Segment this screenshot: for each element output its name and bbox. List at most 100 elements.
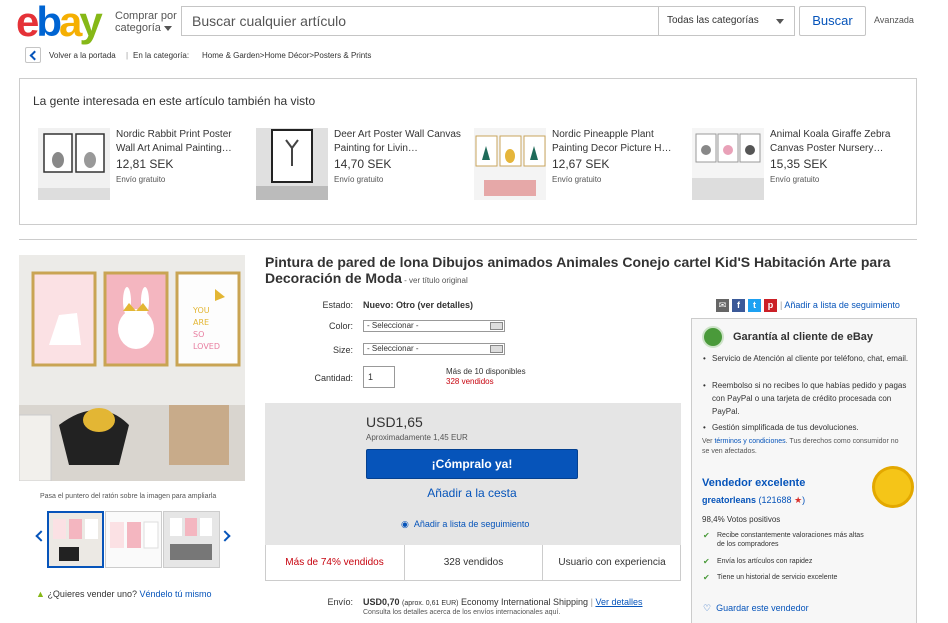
poster-text: YOU [192,306,210,315]
divider [19,239,917,240]
also-viewed-item-price: 12,81 SEK [116,157,174,171]
dropdown-icon [490,345,503,353]
search-button[interactable]: Buscar [799,6,866,36]
top-rated-medal-icon [872,466,914,508]
experienced-seller: Usuario con experiencia [558,557,666,568]
seller-info: greatorleans (121688 ★) [702,495,806,505]
shipping-details-link[interactable]: Ver detalles [595,597,642,607]
product-title: Pintura de pared de lona Dibujos animado… [265,254,895,289]
shipping-value: USD0,70 (aprox. 0,61 EUR) Economy Intern… [363,597,642,607]
eye-icon: ◉ [401,519,409,529]
product-main-image[interactable]: YOU ARE SO LOVED [19,255,245,481]
item-thumbnail[interactable] [474,128,546,200]
sell-question: ¿Quieres vender uno? [47,589,137,599]
sell-one-prompt: ▲ ¿Quieres vender uno? Véndelo tú mismo [36,589,212,599]
view-original-title-link[interactable]: ver título original [409,276,468,285]
seller-feedback-link[interactable]: 121688 [762,495,792,505]
terms-prefix: Ver [702,438,713,445]
chevron-left-icon[interactable] [33,529,45,545]
dropdown-icon [490,322,503,330]
price: USD1,65 [366,414,423,430]
item-thumbnail[interactable] [256,128,328,200]
shipping-cost-approx: (aprox. 0,61 EUR) [402,600,459,607]
breadcrumb-path[interactable]: Home & Garden>Home Décor>Posters & Print… [202,51,371,60]
quantity-label: Cantidad: [314,373,353,383]
color-select-value: - Seleccionar - [367,321,419,330]
breadcrumb-divider: | [126,51,129,60]
image-thumbnail[interactable] [47,511,104,568]
color-select[interactable]: - Seleccionar - [363,320,505,332]
item-thumbnail[interactable] [38,128,110,200]
also-viewed-title: La gente interesada en este artículo tam… [33,94,316,108]
add-to-watchlist-link[interactable]: Añadir a lista de seguimiento [784,300,900,310]
add-to-cart-button[interactable]: Añadir a la cesta [366,486,578,500]
sold-count[interactable]: 328 vendidos [446,377,494,386]
poster-text: LOVED [193,342,220,351]
shop-by-category-line2: categoría [115,22,161,34]
also-viewed-item-title[interactable]: Deer Art Poster Wall Canvas Painting for… [334,128,469,156]
shield-icon [702,326,724,348]
image-thumbnail[interactable] [163,511,220,568]
category-select[interactable]: Todas las categorías [658,6,795,36]
also-viewed-item-title[interactable]: Nordic Rabbit Print Poster Wall Art Anim… [116,128,251,156]
also-viewed-item-price: 14,70 SEK [334,157,392,171]
ebay-logo[interactable]: ebay [16,1,103,43]
heart-icon: ♡ [703,603,712,613]
back-arrow-icon[interactable] [25,47,41,63]
also-viewed-item-title[interactable]: Animal Koala Giraffe Zebra Canvas Poster… [770,128,905,156]
item-thumbnail[interactable] [692,128,764,200]
quantity-input[interactable]: 1 [363,366,395,388]
pinterest-icon[interactable]: p [764,299,777,312]
sell-yourself-link[interactable]: Véndelo tú mismo [140,589,212,599]
also-viewed-item-shipping: Envío gratuito [116,175,166,184]
guarantee-item: Servicio de Atención al cliente por telé… [703,352,910,365]
condition-label: Estado: [322,300,353,310]
color-label: Color: [328,321,353,331]
size-select[interactable]: - Seleccionar - [363,343,505,355]
price-approx: Aproximadamente 1,45 EUR [366,433,468,442]
seller-check-item: Tiene un historial de servicio excelente [703,573,873,582]
watchlist-button[interactable]: ◉ Añadir a lista de seguimiento [401,519,529,530]
poster-text: ARE [193,318,209,327]
chevron-down-icon [163,25,172,31]
divider: | [590,597,593,607]
divider: | [780,299,783,310]
breadcrumb-category-label: En la categoría: [133,51,190,60]
shipping-method: Economy International Shipping [460,597,589,607]
shipping-cost: USD0,70 [363,597,400,607]
seller-name-link[interactable]: greatorleans [702,495,756,505]
chevron-down-icon [776,19,784,24]
back-to-home-link[interactable]: Volver a la portada [49,51,116,60]
sold-total: 328 vendidos [443,557,504,568]
search-input[interactable]: Buscar cualquier artículo [181,6,660,36]
poster-text: SO [193,330,204,339]
size-select-value: - Seleccionar - [367,344,419,353]
guarantee-terms: Ver términos y condiciones. Tus derechos… [702,437,902,457]
image-hover-hint: Pasa el puntero del ratón sobre la image… [40,493,217,500]
also-viewed-item-shipping: Envío gratuito [334,175,384,184]
category-select-value: Todas las categorías [667,15,759,26]
product-title-text: Pintura de pared de lona Dibujos animado… [265,254,891,286]
also-viewed-item-shipping: Envío gratuito [770,175,820,184]
twitter-icon[interactable]: t [748,299,761,312]
percent-sold: Más de 74% vendidos [285,557,384,568]
terms-link[interactable]: términos y condiciones [714,438,785,445]
shop-by-category-button[interactable]: Comprar por categoría [115,10,177,34]
buy-now-button[interactable]: ¡Cómpralo ya! [366,449,578,479]
star-icon: ★ [794,495,803,505]
save-seller-button[interactable]: ♡ Guardar este vendedor [703,603,809,614]
advanced-search-link[interactable]: Avanzada [874,15,914,25]
facebook-icon[interactable]: f [732,299,745,312]
seller-check-item: Recibe constantemente valoraciones más a… [703,531,873,549]
condition-value[interactable]: Nuevo: Otro (ver detalles) [363,300,473,310]
image-thumbnail[interactable] [105,511,162,568]
chevron-right-icon[interactable] [219,529,231,545]
title-separator: - [401,276,410,285]
guarantee-item: Reembolso si no recibes lo que habías pe… [703,379,910,418]
save-seller-label: Guardar este vendedor [716,603,809,613]
watchlist-label: Añadir a lista de seguimiento [413,519,530,529]
share-bar: ✉ f t p | Añadir a lista de seguimiento [716,299,900,312]
also-viewed-item-title[interactable]: Nordic Pineapple Plant Painting Decor Pi… [552,128,687,156]
guarantee-title: Garantía al cliente de eBay [733,331,874,343]
email-icon[interactable]: ✉ [716,299,729,312]
